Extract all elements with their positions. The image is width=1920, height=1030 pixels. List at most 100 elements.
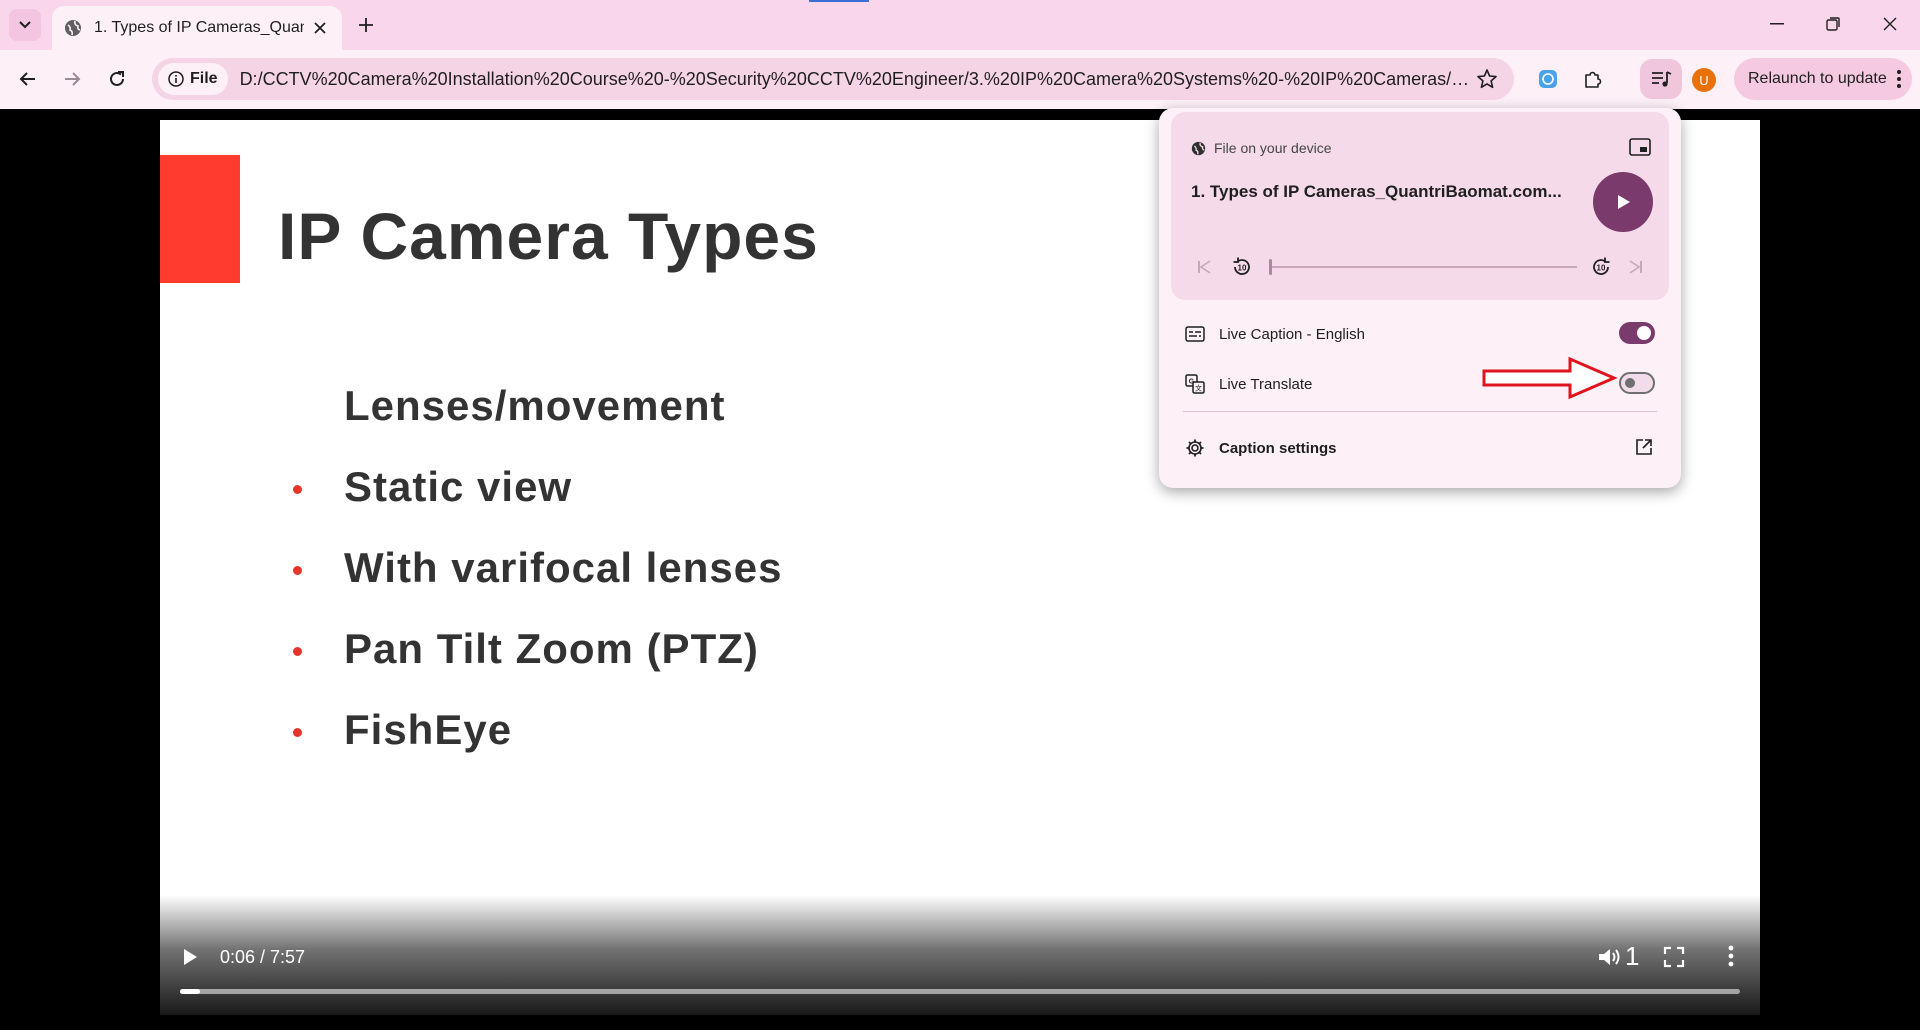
reload-button[interactable] xyxy=(100,62,134,96)
slide-title: IP Camera Types xyxy=(278,199,819,273)
fullscreen-button[interactable] xyxy=(1662,945,1686,969)
video-play-button[interactable] xyxy=(178,945,202,969)
media-play-button[interactable] xyxy=(1593,172,1653,232)
window-close-button[interactable] xyxy=(1862,6,1918,42)
tab-strip: 1. Types of IP Cameras_QuantriBaomat.com xyxy=(0,0,1920,50)
pip-icon xyxy=(1629,138,1651,156)
slide-heading: Lenses/movement xyxy=(344,382,726,429)
media-item-card: File on your device 1. Types of IP Camer… xyxy=(1171,112,1669,300)
tab-search-button[interactable] xyxy=(9,9,41,41)
media-controls-button[interactable] xyxy=(1640,59,1682,99)
globe-icon xyxy=(1191,141,1206,155)
tab-strip-indicator xyxy=(809,0,869,2)
address-bar[interactable]: File D:/CCTV%20Camera%20Installation%20C… xyxy=(152,58,1514,100)
gear-icon xyxy=(1186,439,1204,457)
media-transport-row: 10 10 xyxy=(1191,252,1651,282)
slide-accent-block xyxy=(160,155,240,283)
picture-in-picture-button[interactable] xyxy=(1629,138,1651,156)
bookmark-star-button[interactable] xyxy=(1476,68,1498,90)
caption-icon xyxy=(1185,326,1205,342)
slide-bullet-text: Static view xyxy=(344,463,573,510)
slide-bullet: Pan Tilt Zoom (PTZ) xyxy=(160,625,1060,685)
next-track-button[interactable] xyxy=(1623,254,1649,280)
reload-icon xyxy=(110,71,124,86)
slide-bullet: Static view xyxy=(160,463,1060,523)
slide-bullet: With varifocal lenses xyxy=(160,544,1060,604)
live-translate-label: Live Translate xyxy=(1219,375,1313,393)
media-scrubber[interactable] xyxy=(1269,259,1577,275)
slide-bullet-text: With varifocal lenses xyxy=(344,544,783,591)
replay-10-button[interactable]: 10 xyxy=(1229,254,1255,280)
media-track-title: 1. Types of IP Cameras_QuantriBaomat.com… xyxy=(1191,182,1562,201)
previous-track-button[interactable] xyxy=(1191,254,1217,280)
more-vert-icon xyxy=(1728,945,1734,967)
video-more-button[interactable] xyxy=(1728,945,1734,967)
star-icon xyxy=(1477,69,1497,89)
back-button[interactable] xyxy=(11,62,45,96)
playback-rate[interactable]: 1 xyxy=(1625,941,1639,972)
window-close-icon xyxy=(1883,17,1897,31)
caption-settings-row[interactable]: Caption settings xyxy=(1185,430,1655,466)
live-caption-label: Live Caption - English xyxy=(1219,325,1365,343)
minimize-button[interactable] xyxy=(1749,6,1805,42)
play-icon xyxy=(184,949,197,965)
minimize-icon xyxy=(1770,23,1784,25)
extension-app-button[interactable] xyxy=(1533,64,1563,94)
restore-button[interactable] xyxy=(1805,6,1861,42)
relaunch-label: Relaunch to update xyxy=(1748,70,1887,87)
video-progress-bar[interactable] xyxy=(180,989,1740,994)
url-text[interactable]: D:/CCTV%20Camera%20Installation%20Course… xyxy=(240,69,1470,90)
annotation-arrow xyxy=(1482,356,1618,400)
tab-title: 1. Types of IP Cameras_QuantriBaomat.com xyxy=(94,19,304,36)
open-external-button[interactable] xyxy=(1635,438,1653,456)
popup-divider xyxy=(1183,411,1657,412)
volume-icon xyxy=(1599,949,1620,965)
live-caption-row[interactable]: Live Caption - English xyxy=(1185,316,1655,352)
media-controls-icon xyxy=(1652,71,1672,87)
slide-bullet-text: FishEye xyxy=(344,706,513,753)
fullscreen-icon xyxy=(1663,946,1685,968)
video-time: 0:06 / 7:57 xyxy=(220,947,306,967)
back-icon xyxy=(19,72,35,86)
media-source-row: File on your device xyxy=(1191,140,1332,156)
replay-10-icon: 10 xyxy=(1233,257,1250,275)
slide-heading-row: Lenses/movement xyxy=(160,382,1060,442)
next-track-icon xyxy=(1629,260,1642,274)
media-source-label: File on your device xyxy=(1214,140,1332,156)
browser-toolbar: File D:/CCTV%20Camera%20Installation%20C… xyxy=(0,50,1920,109)
site-info-label: File xyxy=(190,70,218,87)
restore-icon xyxy=(1826,17,1840,31)
global-media-controls-popup: File on your device 1. Types of IP Camer… xyxy=(1159,108,1681,488)
live-caption-toggle[interactable] xyxy=(1619,322,1655,344)
volume-button[interactable] xyxy=(1597,945,1623,969)
bullet-dot xyxy=(293,728,302,737)
extensions-button[interactable] xyxy=(1578,64,1608,94)
previous-track-icon xyxy=(1198,260,1211,274)
toggle-knob xyxy=(1637,326,1651,340)
open-external-icon xyxy=(1636,439,1652,455)
live-translate-toggle[interactable] xyxy=(1619,372,1655,394)
tab-close-button[interactable] xyxy=(310,18,330,38)
avatar[interactable]: U xyxy=(1692,68,1716,92)
svg-text:10: 10 xyxy=(1597,264,1606,273)
relaunch-to-update-button[interactable]: Relaunch to update xyxy=(1734,58,1912,100)
new-tab-button[interactable] xyxy=(352,11,380,39)
forward-button[interactable] xyxy=(55,62,89,96)
slide-bullet-text: Pan Tilt Zoom (PTZ) xyxy=(344,625,759,672)
info-icon xyxy=(168,71,184,87)
caption-settings-label: Caption settings xyxy=(1219,439,1337,457)
media-scrubber-knob[interactable] xyxy=(1269,259,1272,275)
translate-icon: G文 xyxy=(1185,374,1205,394)
active-tab[interactable]: 1. Types of IP Cameras_QuantriBaomat.com xyxy=(52,6,342,50)
video-progress-fill xyxy=(180,989,200,994)
close-icon xyxy=(314,22,326,34)
bullet-dot xyxy=(293,647,302,656)
site-info-chip[interactable]: File xyxy=(158,63,228,95)
svg-text:10: 10 xyxy=(1238,264,1247,273)
forward-10-button[interactable]: 10 xyxy=(1588,254,1614,280)
toggle-knob xyxy=(1625,378,1635,388)
plus-icon xyxy=(359,18,373,32)
extension-app-icon xyxy=(1539,70,1557,88)
svg-text:文: 文 xyxy=(1195,384,1202,393)
bullet-dot xyxy=(293,485,302,494)
